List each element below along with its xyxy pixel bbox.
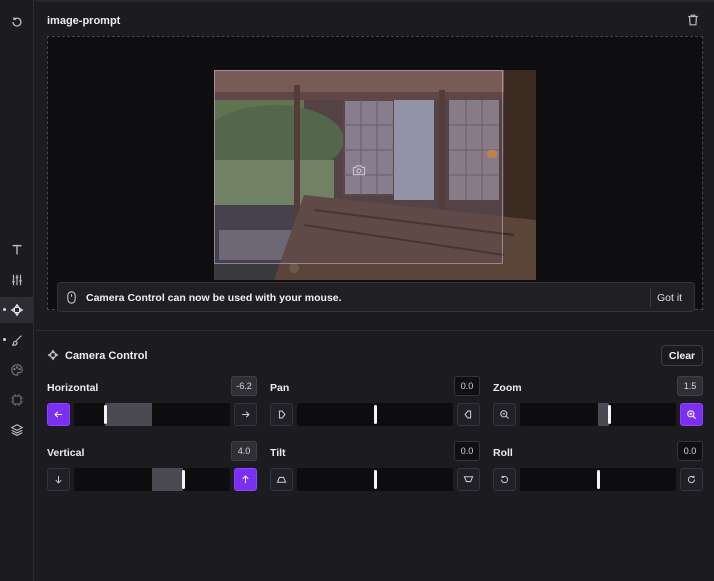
horizontal-increase-button[interactable] (234, 403, 257, 426)
horizontal-slider-thumb[interactable] (104, 405, 107, 424)
tilt-up-icon (276, 476, 287, 483)
control-vertical: Vertical 4.0 (47, 441, 257, 499)
horizontal-slider[interactable] (74, 403, 230, 426)
tilt-decrease-button[interactable] (270, 468, 293, 491)
horizontal-value[interactable]: -6.2 (231, 376, 257, 396)
vertical-slider-thumb[interactable] (182, 470, 185, 489)
layers-icon[interactable] (0, 417, 34, 443)
horizontal-fill (105, 403, 152, 426)
got-it-button[interactable]: Got it (657, 292, 682, 304)
tilt-value[interactable]: 0.0 (454, 441, 480, 461)
pan-slider[interactable] (297, 403, 453, 426)
zoom-slider[interactable] (520, 403, 676, 426)
control-pan: Pan 0.0 (270, 376, 480, 434)
camera-control-toast: Camera Control can now be used with your… (57, 282, 695, 312)
zoom-decrease-button[interactable] (493, 403, 516, 426)
pan-increase-button[interactable] (457, 403, 480, 426)
tilt-increase-button[interactable] (457, 468, 480, 491)
roll-label: Roll (493, 447, 513, 459)
pan-slider-thumb[interactable] (374, 405, 377, 424)
main-panel: image-prompt Camera Control can now be u… (35, 0, 714, 581)
horizontal-label: Horizontal (47, 382, 99, 394)
tilt-slider-thumb[interactable] (374, 470, 377, 489)
roll-decrease-button[interactable] (493, 468, 516, 491)
control-roll: Roll 0.0 (493, 441, 703, 499)
zoom-increase-button[interactable] (680, 403, 703, 426)
roll-value[interactable]: 0.0 (677, 441, 703, 461)
roll-slider[interactable] (520, 468, 676, 491)
image-canvas[interactable]: Camera Control can now be used with your… (47, 36, 703, 312)
pan-decrease-button[interactable] (270, 403, 293, 426)
pan-value[interactable]: 0.0 (454, 376, 480, 396)
rotate-right-icon (687, 475, 696, 484)
section-divider (35, 330, 714, 331)
left-toolbar (0, 0, 34, 581)
pan-label: Pan (270, 382, 290, 394)
tilt-label: Tilt (270, 447, 286, 459)
roll-slider-thumb[interactable] (597, 470, 600, 489)
control-zoom: Zoom 1.5 (493, 376, 703, 434)
zoom-slider-thumb[interactable] (608, 405, 611, 424)
palette-icon[interactable] (0, 357, 34, 383)
zoom-label: Zoom (493, 382, 522, 394)
rotate-left-icon (500, 475, 509, 484)
toast-message: Camera Control can now be used with your… (86, 292, 342, 304)
vertical-decrease-button[interactable] (47, 468, 70, 491)
roll-increase-button[interactable] (680, 468, 703, 491)
frame-tool-icon[interactable] (0, 387, 34, 413)
zoom-value[interactable]: 1.5 (677, 376, 703, 396)
camera-icon (352, 163, 366, 176)
camera-control-icon (47, 348, 59, 361)
text-tool-icon[interactable] (0, 237, 34, 263)
clear-button[interactable]: Clear (661, 345, 703, 366)
vertical-value[interactable]: 4.0 (231, 441, 257, 461)
vertical-fill (152, 468, 183, 491)
top-border (35, 0, 714, 2)
tilt-down-icon (463, 476, 474, 483)
zoom-out-icon (500, 410, 509, 419)
control-horizontal: Horizontal -6.2 (47, 376, 257, 434)
vertical-increase-button[interactable] (234, 468, 257, 491)
vertical-slider[interactable] (74, 468, 230, 491)
trash-icon[interactable] (686, 13, 700, 27)
arrow-right-icon (242, 411, 250, 418)
camera-control-title: Camera Control (65, 350, 148, 362)
vertical-label: Vertical (47, 447, 85, 459)
brush-tool-icon[interactable] (0, 327, 34, 353)
arrow-up-icon (242, 475, 249, 483)
image-prompt-title: image-prompt (47, 15, 121, 27)
zoom-in-icon (687, 410, 696, 419)
pan-right-icon (464, 410, 472, 419)
pan-left-icon (278, 410, 286, 419)
undo-icon[interactable] (0, 9, 34, 35)
mouse-icon (66, 291, 77, 304)
horizontal-decrease-button[interactable] (47, 403, 70, 426)
arrow-down-icon (55, 476, 62, 484)
toast-divider (650, 288, 651, 307)
arrow-left-icon (54, 411, 62, 418)
tilt-slider[interactable] (297, 468, 453, 491)
adjustments-icon[interactable] (0, 267, 34, 293)
camera-control-tool-icon[interactable] (0, 297, 34, 323)
control-tilt: Tilt 0.0 (270, 441, 480, 499)
